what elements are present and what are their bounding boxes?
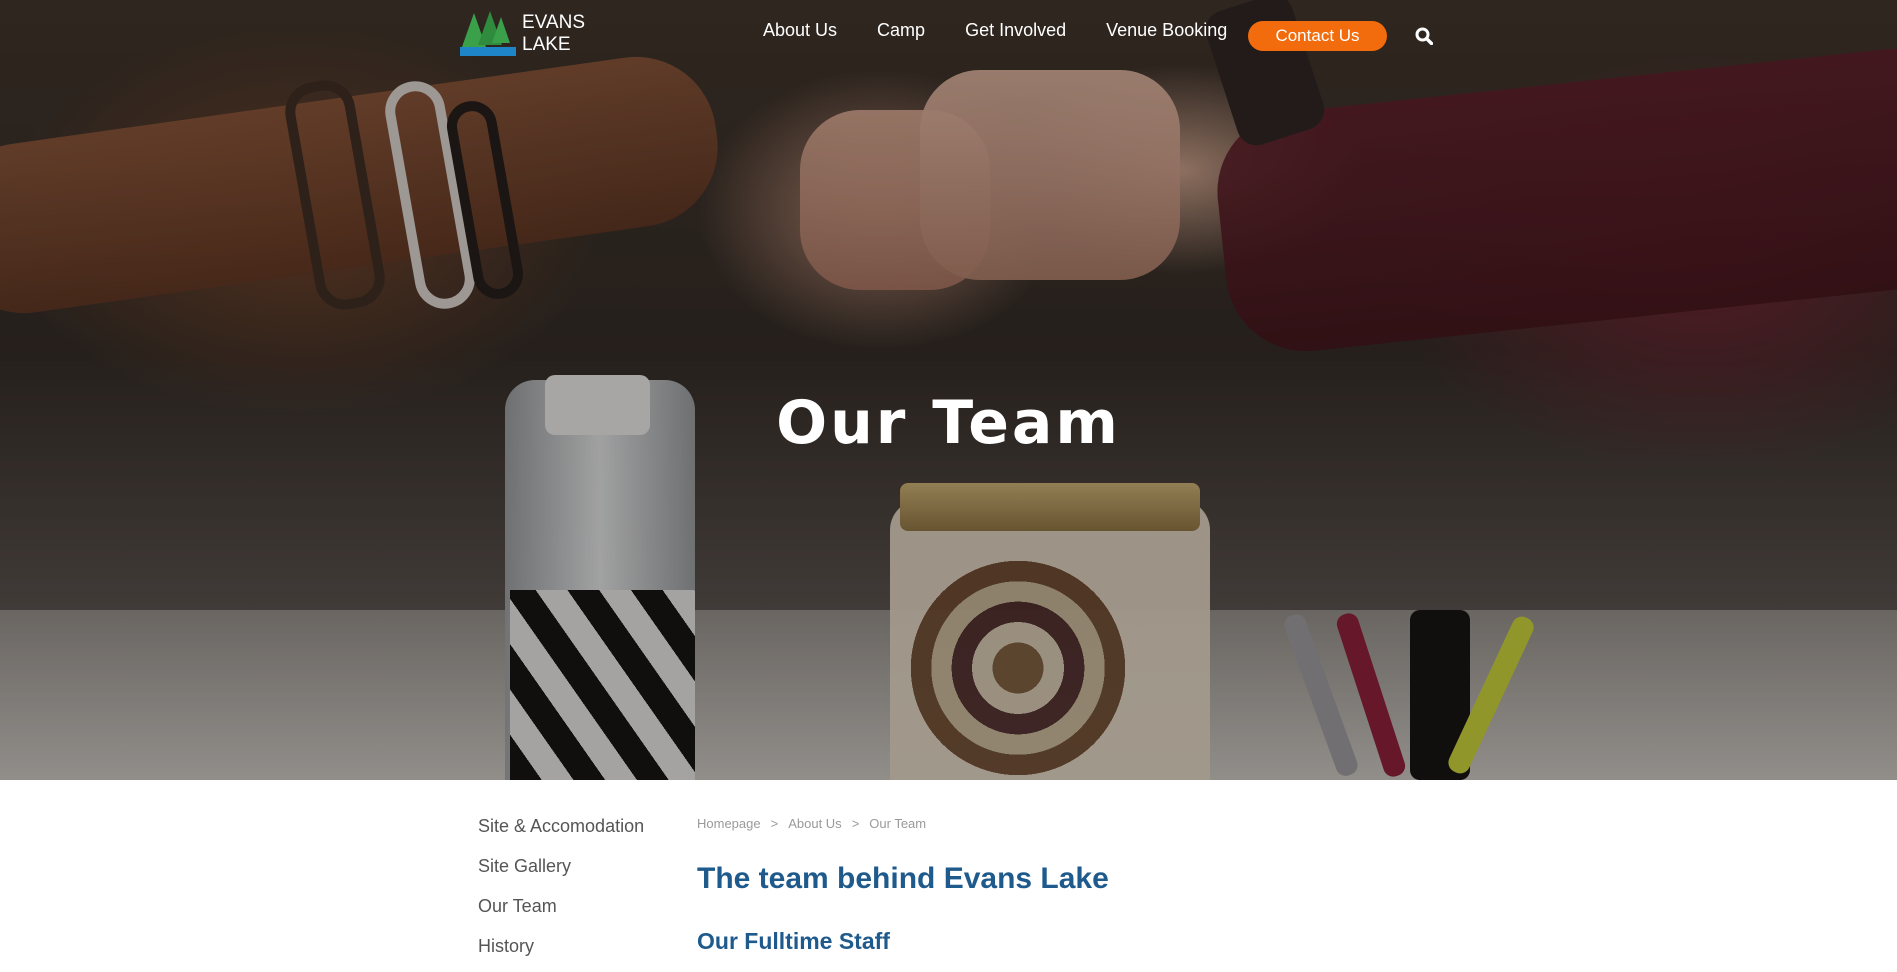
main-nav: About Us Camp Get Involved Venue Booking: [763, 20, 1267, 41]
nav-camp[interactable]: Camp: [877, 20, 925, 41]
sidebar-item-site-gallery[interactable]: Site Gallery: [478, 852, 678, 892]
logo-text-line2: LAKE: [522, 34, 571, 55]
hero-title: Our Team: [776, 388, 1121, 458]
logo-text: EVANS LAKE: [522, 12, 585, 56]
breadcrumb-separator: >: [770, 816, 779, 831]
breadcrumb: Homepage > About Us > Our Team: [697, 816, 926, 831]
sidebar-item-our-team[interactable]: Our Team: [478, 892, 678, 932]
logo-tree: [492, 17, 510, 43]
logo-trees-icon: [460, 11, 516, 57]
nav-about-us[interactable]: About Us: [763, 20, 837, 41]
nav-venue-booking[interactable]: Venue Booking: [1106, 20, 1227, 41]
hero-banner: Our Team: [0, 0, 1897, 780]
breadcrumb-homepage[interactable]: Homepage: [697, 816, 761, 831]
page-heading: The team behind Evans Lake: [697, 862, 1109, 895]
logo-lake: [460, 47, 516, 56]
breadcrumb-about-us[interactable]: About Us: [788, 816, 841, 831]
site-header: EVANS LAKE About Us Camp Get Involved Ve…: [0, 0, 1897, 72]
section-heading-fulltime-staff: Our Fulltime Staff: [697, 928, 890, 954]
site-logo[interactable]: EVANS LAKE: [460, 10, 590, 58]
contact-us-button[interactable]: Contact Us: [1248, 21, 1387, 51]
sidebar-item-site-accomodation[interactable]: Site & Accomodation: [478, 812, 678, 852]
logo-text-line1: EVANS: [522, 12, 586, 33]
breadcrumb-separator: >: [851, 816, 860, 831]
search-icon[interactable]: [1415, 27, 1433, 45]
nav-get-involved[interactable]: Get Involved: [965, 20, 1066, 41]
sidebar-item-history[interactable]: History: [478, 932, 678, 972]
breadcrumb-current: Our Team: [869, 816, 927, 831]
about-sidebar-nav: Site & Accomodation Site Gallery Our Tea…: [478, 812, 678, 972]
